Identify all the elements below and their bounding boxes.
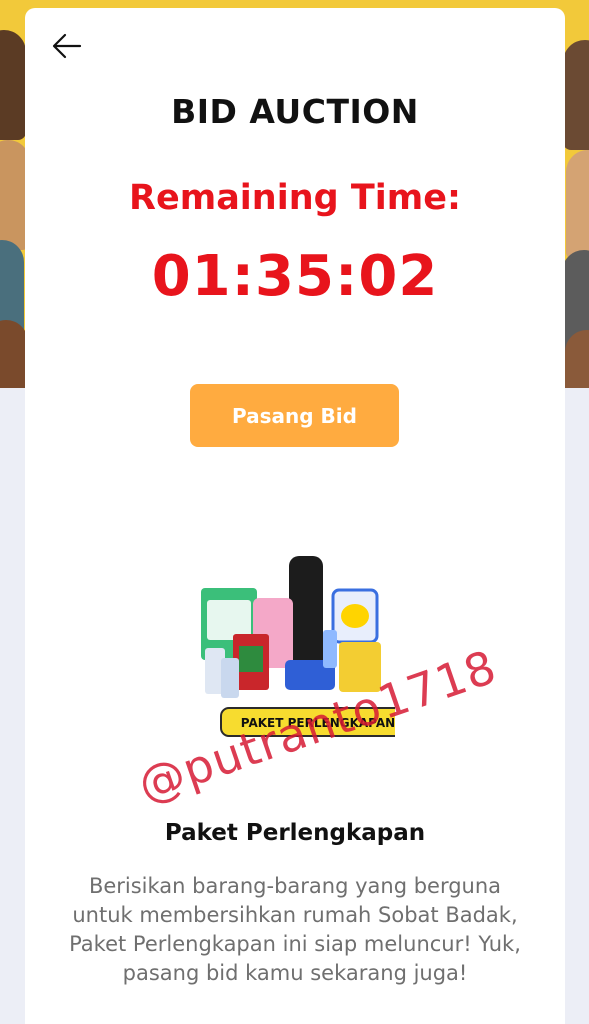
page-title: BID AUCTION [171,92,419,131]
product-description: Berisikan barang-barang yang berguna unt… [69,874,521,985]
product-name: Paket Perlengkapan [164,820,426,846]
crowd-figure [0,320,28,388]
arrow-left-icon [52,33,82,59]
remaining-time-label: Remaining Time: [129,178,461,218]
crowd-figure [0,30,26,140]
countdown-timer: 01:35:02 [151,244,439,309]
place-bid-button[interactable]: Pasang Bid [190,384,399,447]
crowd-figure [565,330,589,388]
auction-card: BID AUCTION Remaining Time: 01:35:02 Pas… [25,8,565,1024]
crowd-figure [563,40,589,150]
crowd-figure [566,150,589,260]
back-button[interactable] [47,26,87,66]
